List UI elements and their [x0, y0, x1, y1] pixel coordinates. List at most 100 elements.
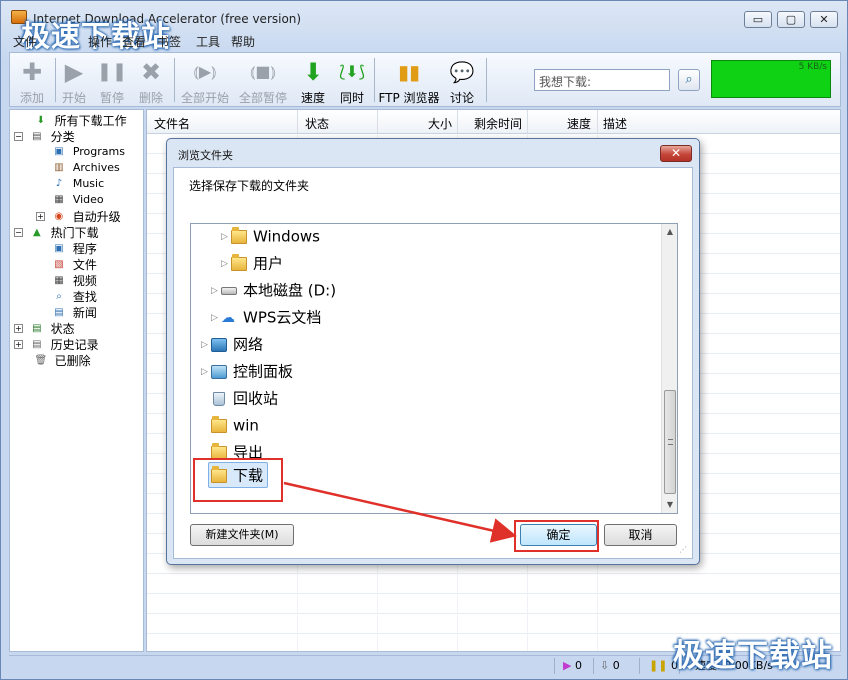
tree-item-search[interactable]: ⌕ 查找 — [52, 288, 97, 304]
expand-arrow-icon[interactable]: ▷ — [211, 280, 221, 302]
folder-row-win[interactable]: win — [201, 414, 259, 436]
hot-downloads-icon: ▲ — [32, 227, 41, 238]
parallel-button[interactable]: ⟅⬇⟆ 同时 — [332, 55, 372, 105]
close-window-button[interactable]: ✕ — [810, 11, 838, 28]
folder-row-windows[interactable]: ▷ Windows — [221, 225, 320, 247]
minimize-button[interactable]: ▭ — [744, 11, 772, 28]
tree-item-status[interactable]: + ▤ 状态 — [14, 320, 75, 336]
control-panel-icon — [211, 364, 227, 379]
tree-item-auto-upgrade[interactable]: + ◉ 自动升级 — [36, 208, 121, 224]
folder-row-drive-d[interactable]: ▷ 本地磁盘 (D:) — [211, 279, 336, 301]
program-icon: ▣ — [54, 243, 64, 254]
pause-all-button[interactable]: ⦅■⦆ 全部暂停 — [238, 55, 288, 105]
tree-item-deleted[interactable]: 🗑 已删除 — [14, 352, 90, 368]
folder-row-wps-cloud[interactable]: ▷ ☁ WPS云文档 — [211, 306, 321, 328]
tree-item-history[interactable]: + ▤ 历史记录 — [14, 336, 99, 352]
add-label: 添加 — [19, 91, 44, 105]
film-icon: ▦ — [54, 275, 64, 286]
discuss-button[interactable]: 💬 讨论 — [442, 55, 482, 105]
menu-tools[interactable]: 工具 — [196, 33, 220, 50]
tree-label: Music — [72, 177, 105, 190]
cloud-icon: ☁ — [221, 309, 235, 326]
column-description[interactable]: 描述 — [603, 115, 627, 132]
tree-item-programs-hot[interactable]: ▣ 程序 — [52, 240, 97, 256]
tree-item-video[interactable]: ▦ Video — [52, 192, 103, 208]
paused-icon: ❚❚ — [649, 659, 668, 672]
dialog-close-button[interactable]: ✕ — [660, 145, 692, 162]
scroll-down-icon[interactable]: ▼ — [662, 497, 677, 513]
expand-icon[interactable]: + — [36, 212, 45, 221]
maximize-button[interactable]: ▢ — [777, 11, 805, 28]
pause-all-icon: ⦅■⦆ — [250, 62, 276, 81]
tree-item-category[interactable]: − ▤ 分类 — [14, 128, 75, 144]
folder-row-export[interactable]: 导出 — [201, 441, 263, 459]
delete-button[interactable]: ✖ 删除 — [131, 55, 171, 105]
speed-arrow-icon: ⬇ — [302, 58, 324, 86]
folder-row-recycle-bin[interactable]: 回收站 — [201, 387, 278, 409]
expand-icon[interactable]: + — [14, 324, 23, 333]
add-button[interactable]: ✚ 添加 — [12, 55, 52, 105]
scroll-up-icon[interactable]: ▲ — [662, 224, 677, 240]
folder-row-control-panel[interactable]: ▷ 控制面板 — [201, 360, 293, 382]
tree-item-hot-downloads[interactable]: − ▲ 热门下载 — [14, 224, 99, 240]
column-size[interactable]: 大小 — [428, 115, 452, 132]
all-downloads-icon: ⬇ — [36, 115, 46, 126]
status-icon: ▤ — [32, 323, 42, 334]
speed-button[interactable]: ⬇ 速度 — [293, 55, 333, 105]
expand-icon[interactable]: + — [14, 340, 23, 349]
menu-operation[interactable]: 操作 — [88, 33, 112, 50]
expand-arrow-icon[interactable]: ▷ — [221, 253, 231, 275]
tree-item-archives[interactable]: ▥ Archives — [52, 160, 120, 176]
folder-row-users[interactable]: ▷ 用户 — [221, 252, 283, 274]
chat-bubble-icon: 💬 — [449, 60, 475, 84]
new-folder-button[interactable]: 新建文件夹(M) — [190, 524, 294, 546]
menu-help[interactable]: 帮助 — [231, 33, 255, 50]
search-input[interactable]: 我想下载: — [534, 69, 670, 91]
expand-arrow-icon[interactable]: ▷ — [201, 361, 211, 383]
ftp-browser-label: FTP 浏览器 — [378, 91, 440, 105]
cancel-button[interactable]: 取消 — [604, 524, 677, 546]
annotation-highlight-folder — [193, 458, 283, 502]
column-status[interactable]: 状态 — [305, 115, 329, 132]
scroll-thumb[interactable] — [664, 390, 676, 494]
collapse-icon[interactable]: − — [14, 132, 23, 141]
column-filename[interactable]: 文件名 — [154, 115, 190, 132]
column-speed[interactable]: 速度 — [567, 115, 591, 132]
drive-icon — [221, 286, 237, 295]
resize-grip-icon[interactable]: ⋰ — [679, 545, 689, 555]
trash-icon: 🗑 — [34, 355, 48, 366]
pause-button[interactable]: ❚❚ 暂停 — [92, 55, 132, 105]
tree-item-all-downloads[interactable]: ⬇ 所有下载工作 — [14, 112, 127, 128]
expand-arrow-icon[interactable]: ▷ — [201, 334, 211, 356]
toolbar-divider — [486, 58, 487, 102]
speed-graph: 5 KB/s — [711, 60, 831, 98]
expand-arrow-icon[interactable]: ▷ — [211, 307, 221, 329]
ftp-browser-icon: ▮▮ — [397, 60, 420, 84]
search-placeholder: 我想下载: — [539, 75, 592, 89]
tree-item-videos[interactable]: ▦ 视频 — [52, 272, 97, 288]
pause-label: 暂停 — [99, 91, 124, 105]
collapse-icon[interactable]: − — [14, 228, 23, 237]
dialog-prompt: 选择保存下载的文件夹 — [189, 179, 310, 193]
speed-label: 速度 — [300, 91, 325, 105]
tree-item-programs[interactable]: ▣ Programs — [52, 144, 125, 160]
folder-row-network[interactable]: ▷ 网络 — [201, 333, 263, 355]
maximize-icon: ▢ — [785, 13, 797, 26]
menu-file[interactable]: 文件 — [13, 33, 37, 50]
plus-icon: ✚ — [21, 58, 43, 86]
ftp-browser-button[interactable]: ▮▮ FTP 浏览器 — [378, 55, 440, 105]
pause-icon: ❚❚ — [96, 61, 128, 82]
tree-item-news[interactable]: ▤ 新闻 — [52, 304, 97, 320]
start-all-button[interactable]: ⦅▶⦆ 全部开始 — [180, 55, 230, 105]
expand-arrow-icon[interactable]: ▷ — [221, 226, 231, 248]
tree-label: Archives — [72, 161, 120, 174]
tree-item-music[interactable]: ♪ Music — [52, 176, 104, 192]
menu-bookmarks[interactable]: 书签 — [157, 33, 181, 50]
start-button[interactable]: ▶ 开始 — [54, 55, 94, 105]
tree-item-files[interactable]: ▧ 文件 — [52, 256, 97, 272]
search-button[interactable]: ⌕ — [678, 69, 700, 91]
folder-icon — [211, 442, 227, 459]
menu-view[interactable]: 查看 — [122, 33, 146, 50]
column-time-left[interactable]: 剩余时间 — [474, 115, 522, 132]
folder-tree-scrollbar[interactable]: ▲ ▼ — [661, 224, 677, 513]
